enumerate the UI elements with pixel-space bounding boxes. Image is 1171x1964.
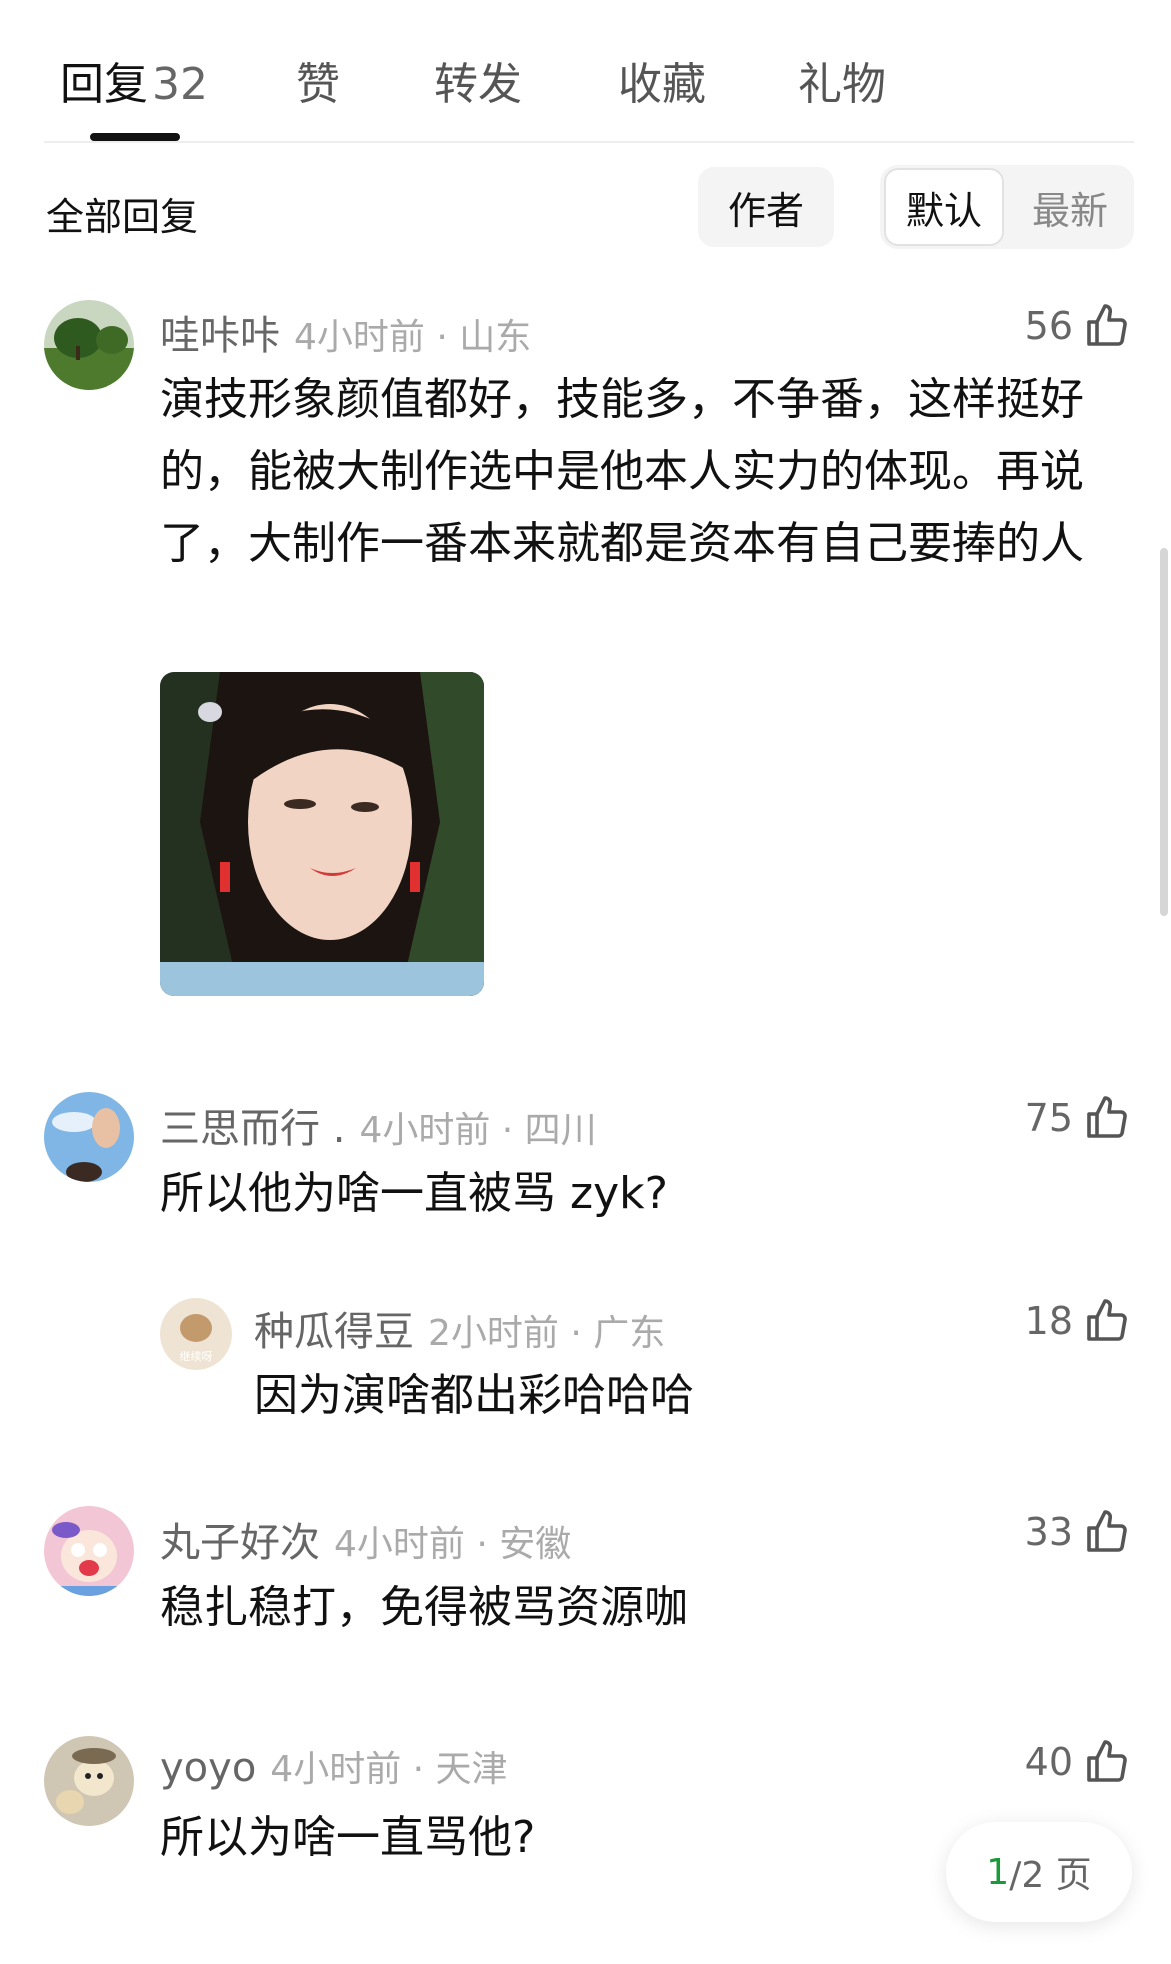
tab-replies-label: 回复: [60, 59, 148, 110]
like-button[interactable]: 33: [1025, 1508, 1131, 1556]
username[interactable]: 种瓜得豆: [254, 1309, 414, 1355]
current-page: 1: [986, 1851, 1010, 1893]
like-count: 75: [1024, 1096, 1073, 1140]
avatar[interactable]: [44, 300, 134, 390]
like-button[interactable]: 18: [1025, 1297, 1131, 1345]
tab-gifts[interactable]: 礼物: [798, 48, 886, 112]
tab-replies-count: 32: [152, 59, 208, 110]
comment-text: 稳扎稳打，免得被骂资源咖: [160, 1582, 688, 1633]
like-count: 18: [1024, 1299, 1073, 1343]
comment-meta: yoyo 4小时前 · 天津: [160, 1740, 508, 1792]
username[interactable]: 丸子好次: [160, 1520, 320, 1566]
thumbs-up-icon: [1087, 1740, 1127, 1782]
active-tab-indicator: [90, 133, 180, 141]
like-button[interactable]: 75: [1025, 1094, 1131, 1142]
sort-latest-button[interactable]: 最新: [1010, 168, 1130, 246]
avatar[interactable]: [44, 1506, 134, 1596]
comment-text: 演技形象颜值都好，技能多，不争番，这样挺好的，能被大制作选中是他本人实力的体现。…: [160, 374, 1084, 569]
comment-text: 因为演啥都出彩哈哈哈: [254, 1370, 694, 1421]
tab-bar: 回复32 赞 转发 收藏 礼物: [0, 0, 1171, 142]
all-replies-label: 全部回复: [46, 195, 199, 239]
avatar[interactable]: [44, 1092, 134, 1182]
sort-default-button[interactable]: 默认: [884, 168, 1004, 246]
tab-reposts[interactable]: 转发: [434, 48, 522, 112]
thumbs-up-icon: [1087, 1299, 1127, 1341]
avatar-caption: 继续呀: [180, 1349, 213, 1363]
comment-meta: 哇咔咔 4小时前 · 山东: [160, 303, 531, 361]
time-location: 4小时前 · 四川: [359, 1110, 597, 1151]
like-count: 56: [1024, 304, 1073, 348]
pagination-indicator[interactable]: 1/2 页: [946, 1822, 1132, 1922]
tab-favorites[interactable]: 收藏: [618, 48, 706, 112]
like-button[interactable]: 40: [1025, 1738, 1131, 1786]
username[interactable]: yoyo: [160, 1745, 256, 1791]
time-location: 4小时前 · 山东: [294, 317, 532, 358]
author-filter-button[interactable]: 作者: [698, 167, 834, 247]
tab-divider: [44, 141, 1134, 143]
comment-text: 所以他为啥一直被骂 zyk?: [160, 1168, 668, 1219]
sort-toggle: 默认 最新: [880, 165, 1134, 249]
comment-text: 所以为啥一直骂他?: [160, 1812, 536, 1863]
thumbs-up-icon: [1087, 1510, 1127, 1552]
avatar[interactable]: 继续呀: [160, 1298, 232, 1370]
total-pages: /2 页: [1009, 1855, 1092, 1896]
scrollbar[interactable]: [1160, 548, 1168, 916]
time-location: 4小时前 · 天津: [270, 1749, 508, 1790]
like-count: 40: [1024, 1740, 1073, 1784]
comment-meta: 三思而行 . 4小时前 · 四川: [160, 1096, 597, 1154]
tab-replies[interactable]: 回复32: [60, 48, 208, 112]
time-location: 4小时前 · 安徽: [334, 1524, 572, 1565]
comment-image[interactable]: [160, 672, 484, 996]
avatar[interactable]: [44, 1736, 134, 1826]
comment-meta: 种瓜得豆 2小时前 · 广东: [254, 1299, 665, 1357]
username[interactable]: 三思而行 .: [160, 1106, 345, 1152]
username[interactable]: 哇咔咔: [160, 313, 280, 359]
time-location: 2小时前 · 广东: [428, 1313, 666, 1354]
thumbs-up-icon: [1087, 1096, 1127, 1138]
comment-meta: 丸子好次 4小时前 · 安徽: [160, 1510, 571, 1568]
like-count: 33: [1024, 1510, 1073, 1554]
like-button[interactable]: 56: [1025, 302, 1131, 350]
tab-likes[interactable]: 赞: [296, 48, 340, 112]
thumbs-up-icon: [1087, 304, 1127, 346]
